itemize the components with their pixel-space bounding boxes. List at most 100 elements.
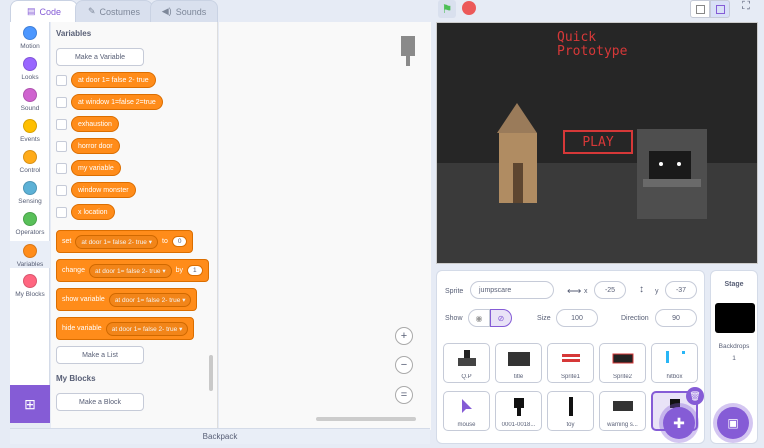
make-block-button[interactable]: Make a Block bbox=[56, 393, 144, 411]
value-input[interactable]: 1 bbox=[187, 265, 203, 276]
stage-canvas[interactable]: Quick Prototype PLAY bbox=[436, 22, 758, 264]
variable-checkbox[interactable] bbox=[56, 75, 67, 86]
stage-backdrop-thumbnail[interactable] bbox=[715, 303, 755, 333]
delete-sprite-button[interactable]: 🗑 bbox=[686, 387, 704, 405]
size-input[interactable]: 100 bbox=[556, 309, 598, 327]
show-sprite-button[interactable]: ◉ bbox=[468, 309, 490, 327]
stage-selector[interactable]: Stage Backdrops 1 ▣ bbox=[710, 270, 758, 444]
variable-reporter[interactable]: window monster bbox=[71, 182, 136, 198]
zoom-out-button[interactable]: − bbox=[395, 356, 413, 374]
category-motion[interactable]: Motion bbox=[10, 26, 50, 50]
zoom-out-icon: − bbox=[400, 359, 408, 371]
code-workspace[interactable]: + − = bbox=[219, 22, 431, 430]
stage-header: ⚑ ⛶ bbox=[432, 0, 764, 20]
variable-reporter[interactable]: exhaustion bbox=[71, 116, 119, 132]
category-variables[interactable]: Variables bbox=[10, 241, 50, 268]
add-extension-button[interactable]: ⊞ bbox=[10, 385, 50, 423]
category-events[interactable]: Events bbox=[10, 119, 50, 143]
sprite1-icon bbox=[561, 354, 580, 362]
x-input[interactable]: -25 bbox=[594, 281, 626, 299]
stage-label: Stage bbox=[724, 281, 744, 288]
eye-icon: ◉ bbox=[475, 313, 483, 323]
tab-code[interactable]: ▤ Code bbox=[10, 0, 78, 22]
large-stage-icon bbox=[716, 5, 725, 14]
control-icon bbox=[23, 150, 37, 164]
variable-checkbox[interactable] bbox=[56, 163, 67, 174]
sprite-title-icon bbox=[507, 352, 530, 366]
variable-reporter[interactable]: at window 1=false 2=true bbox=[71, 94, 163, 110]
zoom-reset-button[interactable]: = bbox=[395, 386, 413, 404]
direction-input[interactable]: 90 bbox=[655, 309, 697, 327]
stage-play-button[interactable]: PLAY bbox=[563, 130, 633, 154]
show-variable-block[interactable]: show variable at door 1= false 2- true ▾ bbox=[56, 288, 198, 311]
value-input[interactable]: 0 bbox=[171, 236, 188, 247]
y-label: y bbox=[655, 288, 659, 295]
variable-reporter[interactable]: horror door bbox=[71, 138, 120, 154]
category-menu: Motion Looks Sound Events Control Sensin… bbox=[10, 22, 50, 390]
hide-variable-block[interactable]: hide variable at door 1= false 2- true ▾ bbox=[56, 317, 195, 340]
sprite-info-pane: Sprite jumpscare ⟷ x -25 ↕ y -37 Show ◉ … bbox=[436, 270, 705, 444]
variable-checkbox[interactable] bbox=[56, 119, 67, 130]
fullscreen-button[interactable]: ⛶ bbox=[736, 0, 756, 18]
variable-dropdown[interactable]: at door 1= false 2- true ▾ bbox=[75, 234, 159, 249]
sprite-name-input[interactable]: jumpscare bbox=[470, 281, 554, 299]
sprite-thumb-sprite1[interactable]: Sprite1 bbox=[547, 343, 594, 383]
sprite-thumb-sprite2[interactable]: Sprite2 bbox=[599, 343, 646, 383]
variable-checkbox[interactable] bbox=[56, 97, 67, 108]
x-arrows-icon: ⟷ bbox=[567, 286, 582, 297]
hide-sprite-button[interactable]: ⊘ bbox=[490, 309, 512, 327]
zoom-reset-icon: = bbox=[400, 389, 408, 401]
sprite-thumb-hitbox[interactable]: hitbox bbox=[651, 343, 698, 383]
variable-reporter[interactable]: x location bbox=[71, 204, 115, 220]
hitbox-icon bbox=[665, 351, 685, 363]
variable-dropdown[interactable]: at door 1= false 2- true ▾ bbox=[105, 321, 189, 336]
large-stage-button[interactable] bbox=[710, 0, 730, 18]
sensing-icon bbox=[23, 181, 37, 195]
variable-checkbox[interactable] bbox=[56, 185, 67, 196]
code-icon: ▤ bbox=[26, 6, 36, 16]
stop-button[interactable] bbox=[462, 1, 476, 15]
block-palette: Variables Make a Variable at door 1= fal… bbox=[51, 22, 218, 430]
sprite-thumb-qp[interactable]: Q.P bbox=[443, 343, 490, 383]
sprite-list: Q.P title Sprite1 Sprite2 hitbox mouse 0… bbox=[443, 343, 701, 441]
variable-dropdown[interactable]: at door 1= false 2- true ▾ bbox=[88, 263, 172, 278]
variable-checkbox[interactable] bbox=[56, 207, 67, 218]
events-icon bbox=[23, 119, 37, 133]
sprite-thumb-title[interactable]: title bbox=[495, 343, 542, 383]
variable-reporter[interactable]: at door 1= false 2- true bbox=[71, 72, 156, 88]
palette-scrollbar[interactable] bbox=[209, 355, 213, 391]
y-arrows-icon: ↕ bbox=[639, 284, 644, 295]
variable-checkbox[interactable] bbox=[56, 141, 67, 152]
category-looks[interactable]: Looks bbox=[10, 57, 50, 81]
tab-costumes[interactable]: ✎ Costumes bbox=[75, 0, 153, 22]
green-flag-button[interactable]: ⚑ bbox=[438, 0, 456, 18]
sprite-thumb-toy[interactable]: toy bbox=[547, 391, 594, 431]
my-blocks-icon bbox=[23, 274, 37, 288]
variable-reporter[interactable]: my variable bbox=[71, 160, 121, 176]
set-variable-block[interactable]: set at door 1= false 2- true ▾ to 0 bbox=[56, 230, 194, 253]
backpack[interactable]: Backpack bbox=[10, 428, 430, 444]
add-backdrop-button[interactable]: ▣ bbox=[717, 407, 749, 439]
category-control[interactable]: Control bbox=[10, 150, 50, 174]
looks-icon bbox=[23, 57, 37, 71]
sprite-thumb-warning[interactable]: warning s... bbox=[599, 391, 646, 431]
category-sensing[interactable]: Sensing bbox=[10, 181, 50, 205]
zoom-in-button[interactable]: + bbox=[395, 327, 413, 345]
tab-sounds[interactable]: ◀) Sounds bbox=[150, 0, 218, 22]
add-sprite-button[interactable]: ✚ bbox=[663, 407, 695, 439]
change-variable-block[interactable]: change at door 1= false 2- true ▾ by 1 bbox=[56, 259, 209, 282]
category-sound[interactable]: Sound bbox=[10, 88, 50, 112]
trash-icon: 🗑 bbox=[689, 390, 701, 401]
sprite-thumb-mouse[interactable]: mouse bbox=[443, 391, 490, 431]
sprite-thumb-0001[interactable]: 0001-0018... bbox=[495, 391, 542, 431]
workspace-scrollbar[interactable] bbox=[316, 417, 416, 421]
make-variable-button[interactable]: Make a Variable bbox=[56, 48, 144, 66]
y-input[interactable]: -37 bbox=[665, 281, 697, 299]
make-list-button[interactable]: Make a List bbox=[56, 346, 144, 364]
small-stage-button[interactable] bbox=[690, 0, 710, 18]
category-operators[interactable]: Operators bbox=[10, 212, 50, 236]
toy-icon bbox=[568, 397, 573, 416]
category-my-blocks[interactable]: My Blocks bbox=[10, 274, 50, 298]
sprite-label: Sprite bbox=[445, 288, 464, 295]
variable-dropdown[interactable]: at door 1= false 2- true ▾ bbox=[108, 292, 192, 307]
